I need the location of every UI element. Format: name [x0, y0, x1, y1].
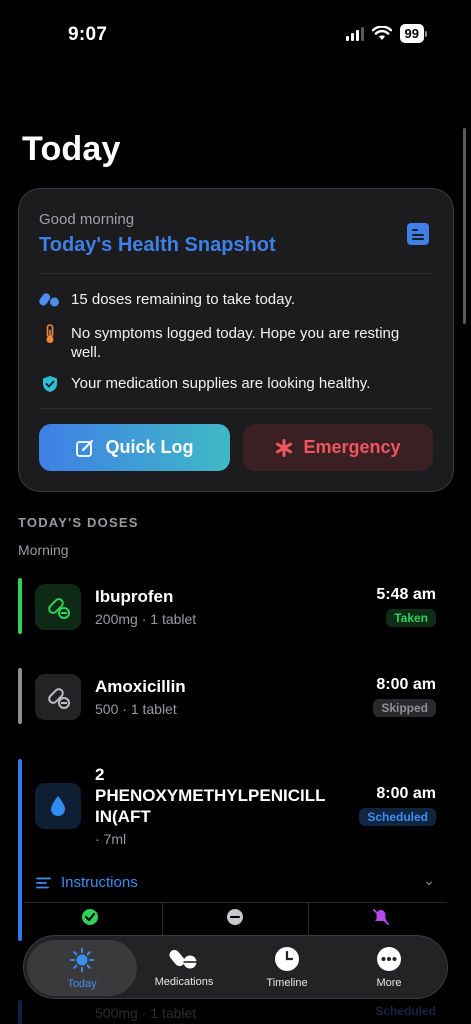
pill-icon — [48, 598, 70, 619]
tab-medications[interactable]: Medications — [131, 936, 237, 998]
tab-more[interactable]: More — [336, 936, 442, 998]
status-bar-indicator — [18, 759, 22, 941]
greeting: Good morning — [39, 211, 135, 228]
more-icon — [377, 946, 401, 971]
take-check-icon[interactable] — [81, 908, 99, 926]
dose-meta: 500 · 1 tablet — [95, 701, 177, 717]
snapshot-item-text: No symptoms logged today. Hope you are r… — [71, 325, 400, 361]
status-bar-indicator — [18, 668, 22, 724]
instructions-toggle[interactable]: Instructions — [36, 874, 138, 891]
chevron-down-icon[interactable]: ⌄ — [423, 872, 435, 889]
dose-meta: · 7ml — [95, 831, 127, 847]
edit-icon — [76, 439, 94, 457]
status-badge-scheduled: Scheduled — [359, 808, 436, 826]
shield-check-icon — [39, 374, 61, 393]
dose-time: 5:48 am — [376, 586, 436, 603]
report-card-icon[interactable] — [407, 223, 429, 245]
emergency-button[interactable]: Emergency — [243, 424, 433, 471]
snapshot-item-supplies: Your medication supplies are looking hea… — [39, 374, 425, 393]
snapshot-item-symptoms: No symptoms logged today. Hope you are r… — [39, 323, 425, 362]
pill-icon-box — [35, 584, 81, 630]
pills-icon — [169, 949, 197, 968]
dose-row-partial[interactable]: 500mg · 1 tablet Scheduled — [18, 1000, 454, 1024]
snapshot-item-text: Your medication supplies are looking hea… — [71, 375, 371, 392]
divider — [162, 902, 163, 938]
dose-name: Ibuprofen — [95, 587, 174, 606]
tab-label: Medications — [154, 975, 214, 988]
water-drop-icon — [51, 796, 65, 816]
tab-timeline[interactable]: Timeline — [234, 936, 340, 998]
dose-name: 2 PHENOXYMETHYLPENICILL IN(AFT — [95, 765, 326, 826]
thermometer-icon — [39, 323, 61, 343]
dose-time: 8:00 am — [376, 785, 436, 802]
tab-today[interactable]: Today — [27, 940, 137, 996]
dose-name: Amoxicillin — [95, 677, 186, 696]
drop-icon-box — [35, 783, 81, 829]
battery-icon: 99 — [399, 24, 427, 43]
dose-meta: 200mg · 1 tablet — [95, 611, 197, 627]
dose-time: 8:00 am — [376, 676, 436, 693]
sun-icon — [70, 947, 94, 972]
tab-label: Today — [67, 977, 97, 990]
divider — [24, 902, 447, 903]
battery-level: 99 — [399, 24, 424, 43]
status-bar-indicator — [18, 578, 22, 634]
divider — [39, 408, 433, 409]
asterisk-icon — [276, 438, 293, 457]
wifi-icon — [371, 26, 392, 40]
clock-icon — [275, 946, 299, 971]
tab-bar: Today Medications Timeline More — [23, 935, 448, 999]
page-title: Today — [22, 130, 121, 168]
snapshot-item-text: 15 doses remaining to take today. — [71, 291, 296, 308]
cellular-signal-icon — [345, 26, 364, 41]
status-time: 9:07 — [68, 24, 108, 45]
pill-icon — [48, 688, 70, 709]
status-bar: 9:07 99 — [0, 0, 471, 60]
quick-log-button[interactable]: Quick Log — [39, 424, 230, 471]
quick-log-label: Quick Log — [105, 437, 194, 457]
status-badge-skipped: Skipped — [373, 699, 436, 717]
divider — [39, 273, 433, 274]
snapshot-item-doses: 15 doses remaining to take today. — [39, 290, 425, 309]
status-badge-taken: Taken — [386, 609, 436, 627]
health-snapshot-card: Good morning Today's Health Snapshot 15 … — [18, 188, 454, 492]
scroll-indicator[interactable] — [463, 128, 466, 324]
dose-row-amoxicillin[interactable]: Amoxicillin 500 · 1 tablet 8:00 am Skipp… — [18, 668, 454, 724]
skip-minus-icon[interactable] — [226, 908, 244, 926]
divider — [308, 902, 309, 938]
section-label-todays-doses: TODAY'S DOSES — [18, 515, 139, 530]
tab-label: More — [376, 976, 402, 989]
list-lines-icon — [36, 877, 51, 888]
period-label-morning: Morning — [18, 542, 69, 558]
bell-slash-icon[interactable] — [372, 908, 390, 926]
status-badge-scheduled: Scheduled — [375, 1004, 436, 1018]
dose-row-ibuprofen[interactable]: Ibuprofen 200mg · 1 tablet 5:48 am Taken — [18, 578, 454, 634]
instructions-label: Instructions — [61, 874, 138, 891]
emergency-label: Emergency — [303, 437, 401, 457]
pill-icon-box — [35, 674, 81, 720]
snapshot-title: Today's Health Snapshot — [39, 234, 276, 256]
status-icons: 99 — [345, 24, 427, 43]
tab-label: Timeline — [266, 976, 308, 989]
dose-meta: 500mg · 1 tablet — [95, 1005, 197, 1021]
pills-icon — [39, 290, 61, 309]
